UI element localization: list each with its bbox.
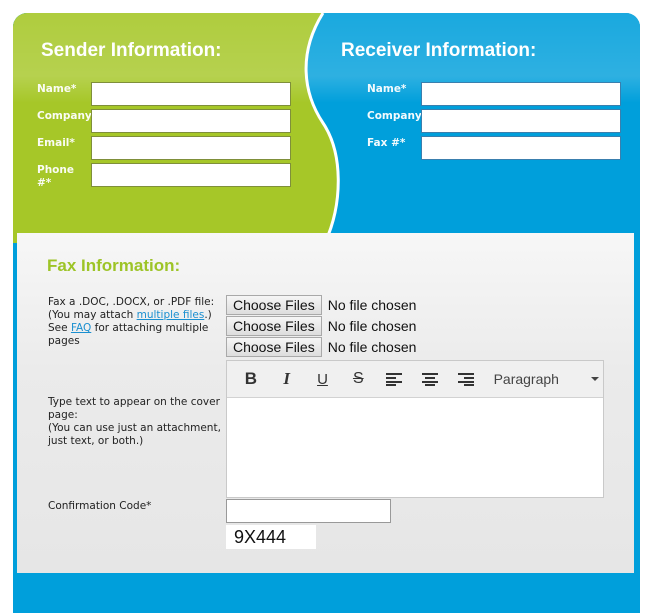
confirmation-code-label: Confirmation Code* (48, 500, 152, 512)
align-center-icon[interactable] (412, 372, 448, 386)
receiver-title: Receiver Information: (341, 40, 537, 61)
cover-instructions: Type text to appear on the cover page: (… (48, 396, 226, 448)
file-input-2: Choose Files No file chosen (226, 316, 416, 336)
sender-title: Sender Information: (41, 40, 222, 61)
choose-files-button-3[interactable]: Choose Files (226, 337, 322, 357)
file-input-3: Choose Files No file chosen (226, 337, 416, 357)
multiple-files-link[interactable]: multiple files (137, 309, 205, 321)
sender-phone-input[interactable] (91, 163, 291, 187)
bold-icon[interactable]: B (233, 369, 269, 389)
cover-text-1: Type text to appear on the cover page: (48, 396, 220, 421)
receiver-fax-label: Fax #* (367, 137, 406, 149)
attach-text-2-end: .) (204, 309, 212, 321)
strikethrough-icon[interactable]: S (340, 370, 376, 388)
chevron-down-icon (590, 377, 599, 381)
sender-phone-label: Phone #* (37, 164, 74, 189)
fax-title: Fax Information: (47, 256, 181, 275)
sender-name-input[interactable] (91, 82, 291, 106)
file-input-1: Choose Files No file chosen (226, 295, 416, 315)
faq-link[interactable]: FAQ (71, 322, 91, 334)
receiver-name-input[interactable] (421, 82, 621, 106)
sender-email-input[interactable] (91, 136, 291, 160)
choose-files-button-1[interactable]: Choose Files (226, 295, 322, 315)
attach-text-1: Fax a .DOC, .DOCX, or .PDF file: (48, 296, 215, 308)
align-left-icon[interactable] (376, 372, 412, 386)
receiver-name-label: Name* (367, 83, 407, 95)
captcha-code: 9X444 (226, 525, 316, 549)
underline-icon[interactable]: U (305, 371, 341, 388)
cover-text-2: (You can use just an attachment, just te… (48, 422, 221, 447)
attach-text-3: See (48, 322, 71, 334)
paragraph-format-value: Paragraph (493, 371, 559, 387)
cover-text-editor: B I U S Paragraph (226, 360, 604, 498)
align-right-icon[interactable] (448, 372, 484, 386)
confirmation-code-input[interactable] (226, 499, 391, 523)
sender-name-label: Name* (37, 83, 77, 95)
paragraph-format-select[interactable]: Paragraph (494, 371, 603, 387)
receiver-fax-input[interactable] (421, 136, 621, 160)
sender-company-input[interactable] (91, 109, 291, 133)
attach-instructions: Fax a .DOC, .DOCX, or .PDF file: (You ma… (48, 296, 223, 348)
attach-text-2: (You may attach (48, 309, 137, 321)
file-status-3: No file chosen (327, 339, 417, 355)
sender-email-label: Email* (37, 137, 75, 149)
file-status-2: No file chosen (327, 318, 417, 334)
receiver-company-label: Company (367, 110, 422, 122)
editor-toolbar: B I U S Paragraph (227, 361, 603, 398)
receiver-company-input[interactable] (421, 109, 621, 133)
sender-company-label: Company (37, 110, 92, 122)
choose-files-button-2[interactable]: Choose Files (226, 316, 322, 336)
italic-icon[interactable]: I (269, 369, 305, 389)
file-status-1: No file chosen (327, 297, 417, 313)
editor-content-area[interactable] (227, 398, 603, 497)
